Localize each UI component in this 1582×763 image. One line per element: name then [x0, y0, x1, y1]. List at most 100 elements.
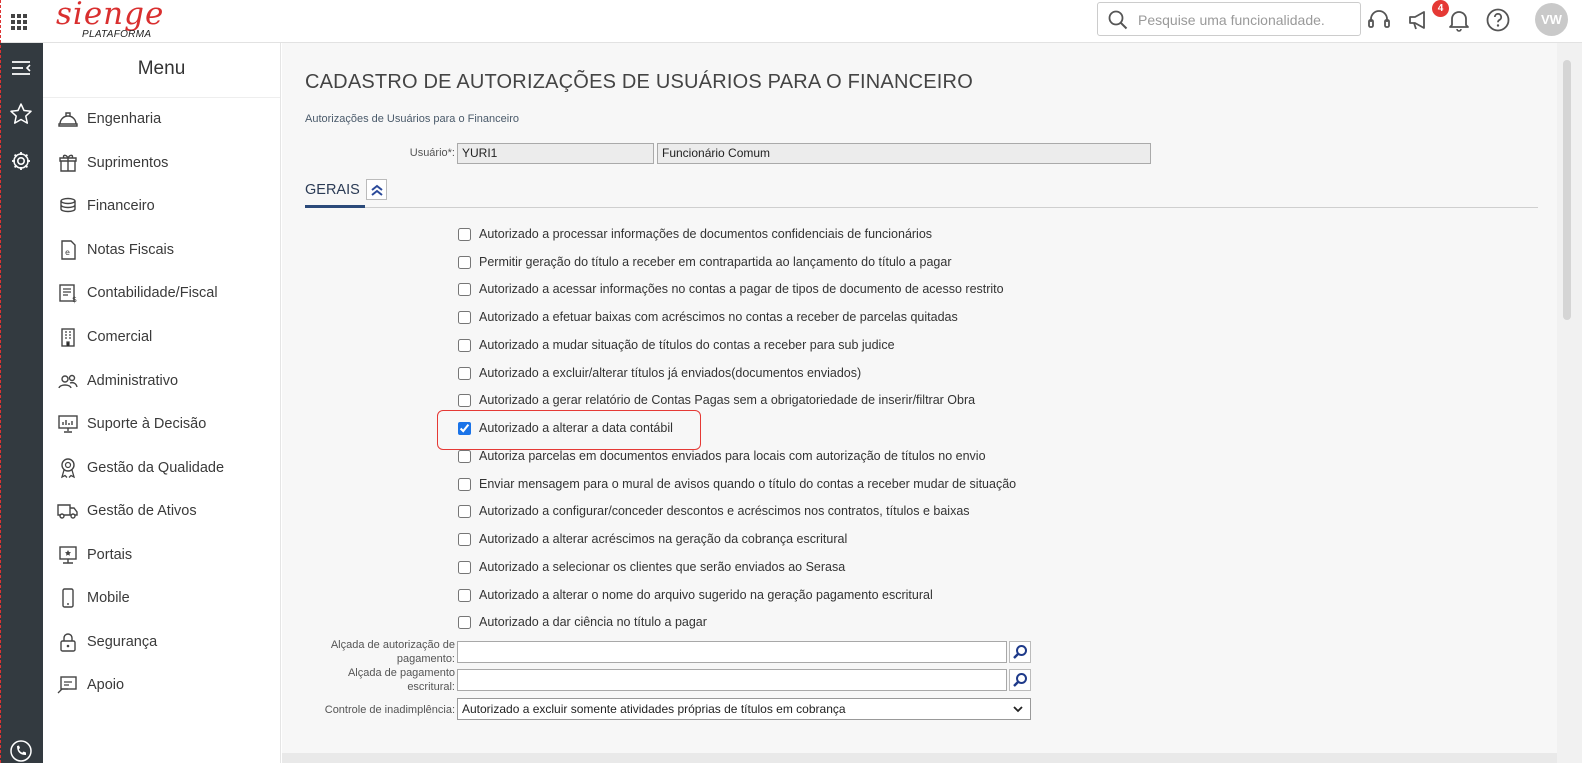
menu-item-label: Portais [87, 547, 133, 563]
menu-item-contabilidade[interactable]: $ Contabilidade/Fiscal [43, 273, 281, 313]
people-icon [58, 374, 78, 389]
menu-item-administrativo[interactable]: Administrativo [43, 361, 281, 401]
ledger-icon: $ [59, 284, 77, 304]
star-icon[interactable] [8, 101, 34, 127]
help-icon[interactable] [1485, 7, 1511, 33]
permission-label: Autorizado a configurar/conceder descont… [479, 504, 970, 518]
gear-icon[interactable] [8, 148, 34, 174]
menu-item-notas-fiscais[interactable]: e Notas Fiscais [43, 230, 281, 270]
menu-item-label: Comercial [87, 329, 153, 345]
user-code-field[interactable]: YURI1 [457, 143, 654, 164]
permission-checkbox[interactable] [458, 227, 471, 241]
user-avatar[interactable]: VW [1535, 3, 1568, 36]
permission-row[interactable]: Autorizado a configurar/conceder descont… [456, 501, 970, 521]
menu-item-suporte-decisao[interactable]: Suporte à Decisão [43, 404, 281, 444]
search-icon [1108, 10, 1128, 30]
permission-checkbox[interactable] [458, 282, 471, 296]
menu-item-suprimentos[interactable]: Suprimentos [43, 143, 281, 183]
apps-grid-button[interactable] [0, 0, 38, 43]
menu-item-comercial[interactable]: Comercial [43, 317, 281, 357]
permission-checkbox[interactable] [458, 449, 471, 463]
sienge-logo[interactable]: sienge PLATAFORMA [56, 0, 166, 43]
scrollbar-thumb[interactable] [1563, 60, 1571, 320]
side-rail [0, 43, 43, 763]
permission-checkbox[interactable] [458, 532, 471, 546]
permission-checkbox[interactable] [458, 504, 471, 518]
phone-icon [62, 588, 74, 608]
menu-item-label: Segurança [87, 634, 158, 650]
rail-edge-marker [0, 0, 1, 763]
menu-title: Menu [43, 43, 280, 98]
permission-row[interactable]: Autorizado a excluir/alterar títulos já … [456, 363, 861, 383]
permission-checkbox[interactable] [458, 421, 471, 435]
menu-item-label: Suporte à Decisão [87, 416, 207, 432]
inadimplencia-select[interactable]: Autorizado a excluir somente atividades … [457, 698, 1031, 720]
menu-item-label: Engenharia [87, 111, 162, 127]
select-value: Autorizado a excluir somente atividades … [462, 702, 846, 716]
menu-item-portais[interactable]: Portais [43, 535, 281, 575]
permission-checkbox[interactable] [458, 560, 471, 574]
permission-row[interactable]: Autorizado a alterar acréscimos na geraç… [456, 529, 847, 549]
menu-item-label: Suprimentos [87, 155, 169, 171]
label-line: escritural: [407, 681, 455, 693]
svg-text:$: $ [72, 295, 77, 304]
truck-icon [57, 504, 78, 519]
permission-row[interactable]: Autorizado a mudar situação de títulos d… [456, 335, 895, 355]
permission-row[interactable]: Permitir geração do título a receber em … [456, 252, 952, 272]
permission-row[interactable]: Autorizado a efetuar baixas com acréscim… [456, 307, 958, 327]
megaphone-icon[interactable] [1406, 7, 1432, 33]
permission-checkbox[interactable] [458, 615, 471, 629]
search-box[interactable] [1097, 2, 1361, 36]
user-name-field: Funcionário Comum [657, 143, 1151, 164]
page-subtitle: Autorizações de Usuários para o Financei… [305, 113, 520, 125]
permission-checkbox[interactable] [458, 393, 471, 407]
permission-checkbox[interactable] [458, 366, 471, 380]
phone-call-icon[interactable] [8, 738, 34, 763]
permission-row[interactable]: Autoriza parcelas em documentos enviados… [456, 446, 986, 466]
menu-item-apoio[interactable]: Apoio [43, 665, 281, 705]
magnifier-icon [1013, 673, 1027, 687]
alcada-pagamento-input[interactable] [457, 641, 1007, 663]
permission-label: Autorizado a alterar acréscimos na geraç… [479, 532, 848, 546]
permission-row[interactable]: Autorizado a alterar o nome do arquivo s… [456, 585, 933, 605]
menu-item-financeiro[interactable]: Financeiro [43, 186, 281, 226]
tab-gerais[interactable]: GERAIS [305, 176, 365, 208]
permission-checkbox[interactable] [458, 255, 471, 269]
menu-item-mobile[interactable]: Mobile [43, 578, 281, 618]
menu-item-engenharia[interactable]: Engenharia [43, 99, 281, 139]
menu-item-seguranca[interactable]: Segurança [43, 622, 281, 662]
chevron-down-icon [1013, 706, 1023, 713]
permission-checkbox[interactable] [458, 588, 471, 602]
permission-label: Autorizado a selecionar os clientes que … [479, 560, 846, 574]
user-label: Usuário*: [409, 147, 455, 159]
menu-item-gestao-qualidade[interactable]: Gestão da Qualidade [43, 448, 281, 488]
menu-item-gestao-ativos[interactable]: Gestão de Ativos [43, 491, 281, 531]
permission-label: Autorizado a processar informações de do… [479, 227, 933, 241]
permission-checkbox[interactable] [458, 338, 471, 352]
menu-item-label: Gestão de Ativos [87, 503, 197, 519]
permission-checkbox[interactable] [458, 477, 471, 491]
permission-row-highlighted[interactable]: Autorizado a alterar a data contábil [456, 418, 673, 438]
menu-item-label: Gestão da Qualidade [87, 460, 225, 476]
permission-label: Enviar mensagem para o mural de avisos q… [479, 477, 1017, 491]
permission-row[interactable]: Autorizado a dar ciência no título a pag… [456, 612, 707, 632]
collapse-section-button[interactable] [366, 179, 387, 200]
permission-label: Permitir geração do título a receber em … [479, 255, 952, 269]
search-input[interactable] [1138, 9, 1353, 31]
permission-row[interactable]: Autorizado a selecionar os clientes que … [456, 557, 845, 577]
alcada-escritural-input[interactable] [457, 669, 1007, 691]
page-title: CADASTRO DE AUTORIZAÇÕES DE USUÁRIOS PAR… [305, 71, 973, 93]
bell-icon[interactable] [1446, 7, 1472, 33]
permission-row[interactable]: Autorizado a acessar informações no cont… [456, 279, 1004, 299]
headset-icon[interactable] [1366, 7, 1392, 33]
menu-toggle-icon[interactable] [8, 55, 34, 81]
portal-icon [59, 546, 77, 564]
permission-row[interactable]: Enviar mensagem para o mural de avisos q… [456, 474, 1016, 494]
tab-bar: GERAIS [305, 176, 1538, 208]
alcada-escritural-lookup-button[interactable] [1009, 669, 1031, 691]
permission-row[interactable]: Autorizado a gerar relatório de Contas P… [456, 390, 975, 410]
permission-label: Autorizado a efetuar baixas com acréscim… [479, 310, 958, 324]
permission-checkbox[interactable] [458, 310, 471, 324]
permission-row[interactable]: Autorizado a processar informações de do… [456, 224, 932, 244]
alcada-pagamento-lookup-button[interactable] [1009, 641, 1031, 663]
